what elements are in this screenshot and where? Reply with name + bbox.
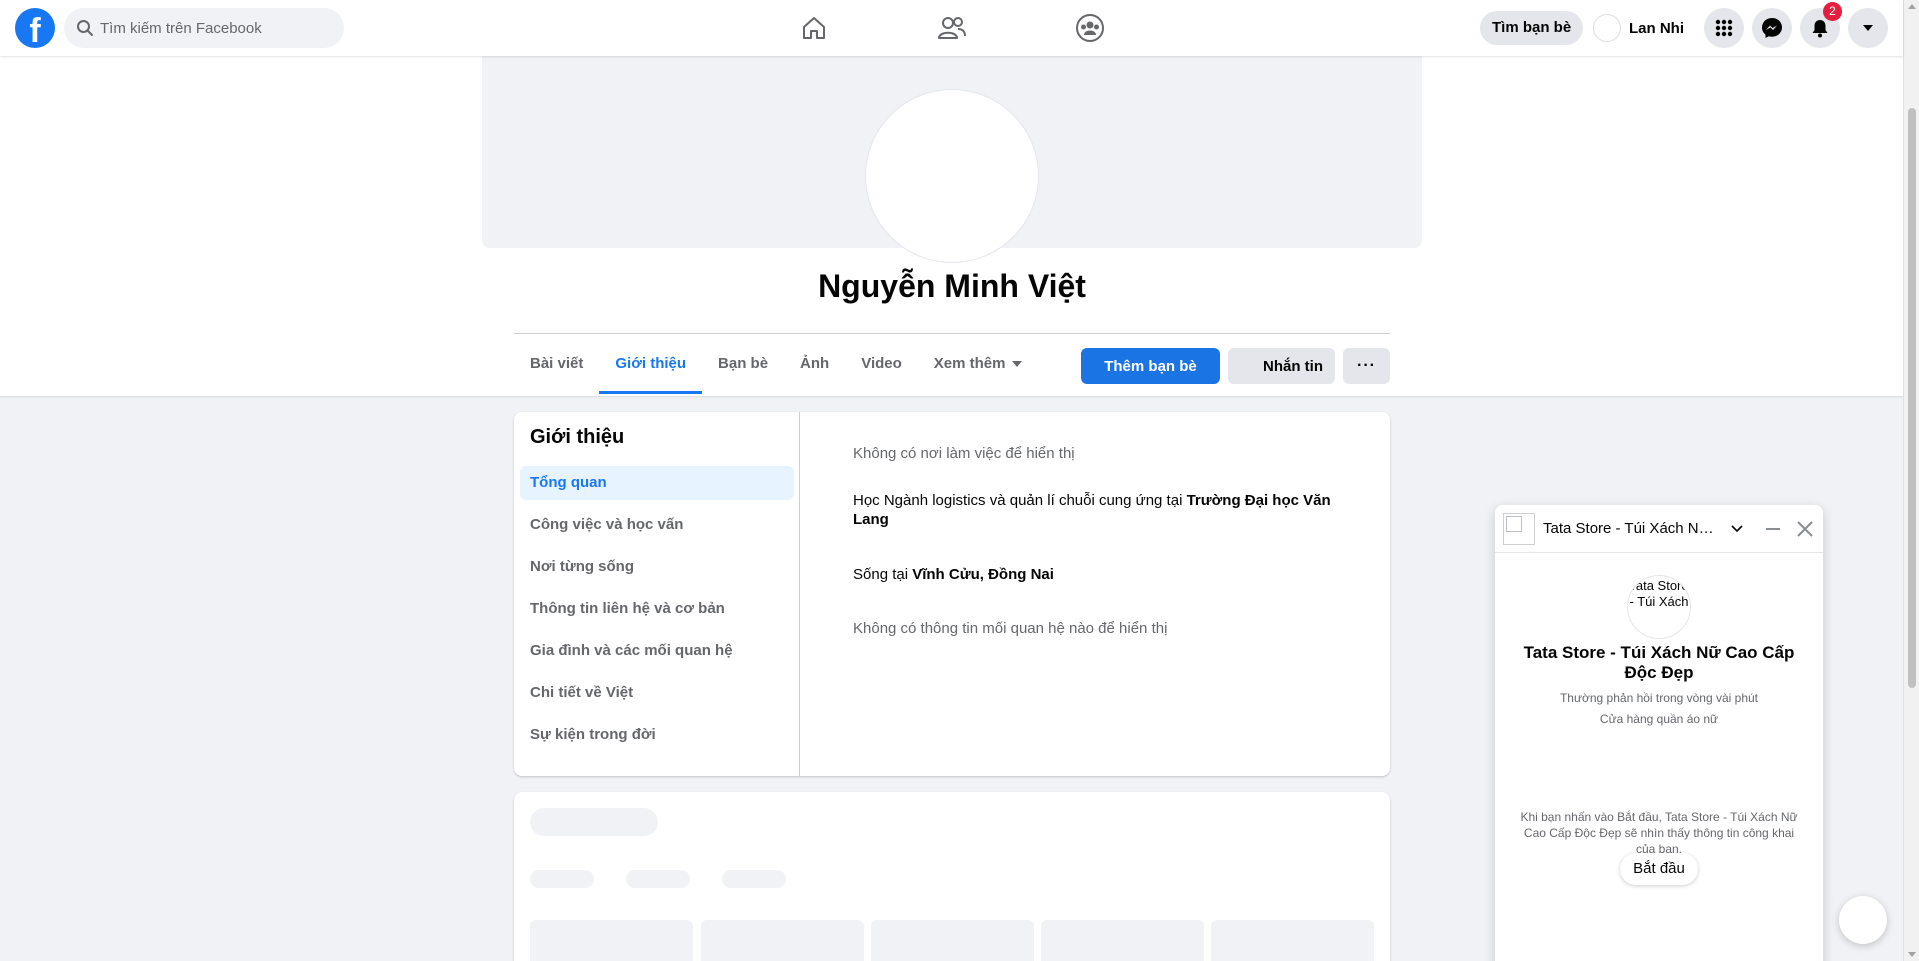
- tab-more-label: Xem thêm: [933, 355, 1006, 372]
- search-box[interactable]: [64, 8, 344, 48]
- minimize-icon[interactable]: [1765, 527, 1781, 531]
- profile-tabs: Bài viết Giới thiệu Bạn bè Ảnh Video Xem…: [514, 334, 1038, 394]
- scroll-down-arrow[interactable]: [1908, 952, 1916, 957]
- facebook-logo[interactable]: f: [15, 8, 55, 48]
- about-menu-places[interactable]: Nơi từng sống: [520, 550, 794, 584]
- skeleton-tab: [530, 870, 594, 888]
- profile-name: Nguyễn Minh Việt: [818, 268, 1086, 304]
- groups-icon[interactable]: [1070, 8, 1110, 48]
- scroll-up-arrow[interactable]: [1908, 4, 1916, 9]
- skeleton-tile: [1211, 920, 1374, 961]
- search-icon: [76, 19, 94, 42]
- skeleton-tile: [701, 920, 864, 961]
- work-empty-text: Không có nơi làm việc để hiển thị: [853, 445, 1075, 462]
- find-friends-button[interactable]: Tìm bạn bè: [1480, 11, 1584, 45]
- education-info: Học Ngành logistics và quản lí chuỗi cun…: [853, 491, 1353, 529]
- friends-icon[interactable]: [932, 8, 972, 48]
- chat-privacy-note: Khi bạn nhấn vào Bắt đầu, Tata Store - T…: [1520, 810, 1798, 856]
- chat-window: Tata Store - Túi Xách Nữ Cao Cấp Độc Đẹp…: [1495, 505, 1823, 961]
- scrollbar-thumb[interactable]: [1908, 108, 1916, 688]
- chat-response-time: Thường phản hồi trong vòng vài phút: [1559, 691, 1759, 705]
- new-message-button[interactable]: [1839, 896, 1887, 944]
- chevron-down-icon[interactable]: [1731, 525, 1743, 533]
- messenger-icon: [1762, 18, 1782, 38]
- chat-category: Cửa hàng quần áo nữ: [1599, 712, 1719, 726]
- lives-text: Sống tại: [853, 566, 913, 583]
- skeleton-tab: [722, 870, 786, 888]
- user-name: Lan Nhi: [1629, 19, 1684, 37]
- top-navigation-bar: f Tìm bạn bè Lan Nhi 2: [0, 0, 1903, 56]
- avatar: [1593, 14, 1621, 42]
- start-button[interactable]: Bắt đầu: [1620, 853, 1698, 885]
- account-button[interactable]: [1848, 8, 1888, 48]
- bell-icon: [1812, 20, 1828, 38]
- lives-place[interactable]: Vĩnh Cửu, Đồng Nai: [912, 566, 1054, 583]
- about-menu: Tổng quan Công việc và học vấn Nơi từng …: [520, 466, 794, 760]
- about-menu-overview[interactable]: Tổng quan: [520, 466, 794, 500]
- close-icon[interactable]: [1796, 520, 1814, 538]
- relationship-empty-text: Không có thông tin mối quan hệ nào để hi…: [853, 620, 1168, 637]
- about-card: Giới thiệu Tổng quan Công việc và học vấ…: [514, 412, 1390, 776]
- tab-posts[interactable]: Bài viết: [514, 334, 599, 394]
- messenger-button[interactable]: [1752, 8, 1792, 48]
- loading-card: [514, 792, 1390, 961]
- about-menu-details[interactable]: Chi tiết về Việt: [520, 676, 794, 710]
- about-menu-family[interactable]: Gia đình và các mối quan hệ: [520, 634, 794, 668]
- about-sidebar: Giới thiệu Tổng quan Công việc và học vấ…: [514, 412, 800, 776]
- tab-more[interactable]: Xem thêm: [918, 334, 1038, 394]
- tab-about[interactable]: Giới thiệu: [599, 334, 702, 394]
- skeleton-tile: [871, 920, 1034, 961]
- caret-down-icon: [1011, 361, 1022, 367]
- more-options-button[interactable]: ···: [1343, 348, 1390, 384]
- chat-title[interactable]: Tata Store - Túi Xách Nữ Cao Cấp Độc Đẹp: [1543, 520, 1723, 537]
- chat-header[interactable]: Tata Store - Túi Xách Nữ Cao Cấp Độc Đẹp: [1495, 505, 1823, 553]
- skeleton-title: [530, 808, 658, 836]
- education-text: Học Ngành logistics và quản lí chuỗi cun…: [853, 492, 1187, 509]
- chat-page-thumbnail: [1503, 513, 1535, 545]
- tab-photos[interactable]: Ảnh: [784, 334, 845, 394]
- add-friend-button[interactable]: Thêm bạn bè: [1081, 348, 1220, 384]
- about-title: Giới thiệu: [530, 426, 625, 448]
- message-button[interactable]: Nhắn tin: [1228, 348, 1335, 384]
- chat-page-avatar: Tata Store - Túi Xách: [1627, 575, 1691, 639]
- skeleton-tile: [530, 920, 693, 961]
- about-menu-contact[interactable]: Thông tin liên hệ và cơ bản: [520, 592, 794, 626]
- tab-videos[interactable]: Video: [845, 334, 918, 394]
- notifications-button[interactable]: 2: [1800, 2, 1842, 48]
- about-menu-life-events[interactable]: Sự kiện trong đời: [520, 718, 794, 752]
- profile-header: Nguyễn Minh Việt Bài viết Giới thiệu Bạn…: [0, 56, 1903, 396]
- skeleton-tile: [1041, 920, 1204, 961]
- grid-menu-icon: [1715, 19, 1733, 37]
- page-scrollbar[interactable]: [1903, 0, 1919, 961]
- lives-info: Sống tại Vĩnh Cửu, Đồng Nai: [853, 565, 1054, 584]
- profile-shortcut[interactable]: Lan Nhi: [1593, 12, 1684, 44]
- profile-picture[interactable]: [866, 90, 1038, 262]
- skeleton-tab: [626, 870, 690, 888]
- chevron-down-icon: [1863, 25, 1873, 31]
- tab-friends[interactable]: Bạn bè: [702, 334, 784, 394]
- menu-button[interactable]: [1704, 8, 1744, 48]
- notification-badge: 2: [1823, 2, 1842, 21]
- about-menu-work-education[interactable]: Công việc và học vấn: [520, 508, 794, 542]
- chat-page-name: Tata Store - Túi Xách Nữ Cao Cấp Độc Đẹp: [1523, 643, 1795, 682]
- search-input[interactable]: [100, 8, 330, 48]
- home-icon[interactable]: [794, 8, 834, 48]
